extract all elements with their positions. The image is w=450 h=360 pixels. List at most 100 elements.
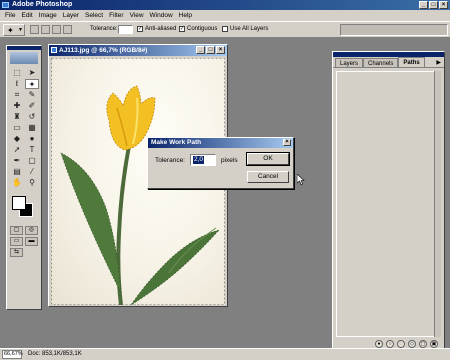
contiguous-checkbox[interactable]: ✓	[179, 26, 185, 32]
photoshop-logo	[10, 52, 38, 64]
document-icon	[51, 47, 57, 53]
marquee-tool-icon[interactable]: ⬚	[10, 68, 24, 78]
full-screen-button[interactable]: ▬	[25, 237, 38, 246]
mask-mode-group: ▢ ◎	[7, 226, 41, 235]
tool-grid: ⬚ ➤ ℓ ✦ ⌗ ✎ ✚ ✐ ♜ ↺ ▭ ▦ ◆ ● ➚ T ✒ ▢ ▤ ⁄ …	[7, 66, 41, 190]
stamp-tool-icon[interactable]: ♜	[10, 112, 24, 122]
doc-minimize-button[interactable]: _	[196, 46, 205, 54]
close-button[interactable]: ×	[439, 1, 448, 9]
minimize-button[interactable]: _	[419, 1, 428, 9]
dodge-tool-icon[interactable]: ●	[25, 134, 39, 144]
dialog-title: Make Work Path	[151, 139, 202, 146]
move-tool-icon[interactable]: ➤	[25, 68, 39, 78]
healing-tool-icon[interactable]: ✚	[10, 101, 24, 111]
history-brush-icon[interactable]: ↺	[25, 112, 39, 122]
menu-view[interactable]: View	[127, 10, 147, 21]
menu-window[interactable]: Window	[147, 10, 176, 21]
make-work-path-icon[interactable]: ◇	[408, 340, 416, 348]
palette-menu-icon[interactable]: ▶	[436, 59, 441, 66]
tab-channels[interactable]: Channels	[363, 58, 399, 67]
menu-select[interactable]: Select	[82, 10, 106, 21]
app-titlebar: Adobe Photoshop _ □ ×	[0, 0, 450, 10]
make-work-path-dialog: Make Work Path × Tolerance: 2,0 pixels O…	[147, 137, 294, 189]
chevron-down-icon: ▼	[18, 27, 23, 33]
doc-maximize-button[interactable]: □	[206, 46, 215, 54]
magic-wand-tool-icon[interactable]: ✦	[25, 79, 39, 89]
menu-bar: File Edit Image Layer Select Filter View…	[0, 10, 450, 21]
doc-size-info: Doc: 853,1K/853,1K	[28, 351, 82, 357]
pen-tool-icon[interactable]: ✒	[10, 156, 24, 166]
intersect-selection-button[interactable]	[63, 25, 72, 34]
paths-palette: Layers Channels Paths ▶ ● ○ ◌ ◇ ▢ ▣	[332, 51, 445, 351]
shape-tool-icon[interactable]: ▢	[25, 156, 39, 166]
menu-help[interactable]: Help	[176, 10, 195, 21]
cancel-button[interactable]: Cancel	[247, 171, 289, 183]
menu-edit[interactable]: Edit	[18, 10, 35, 21]
tulip-left-leaf	[60, 152, 122, 294]
tool-preset-picker[interactable]: ✦ ▼	[3, 24, 25, 36]
use-all-layers-label: Use All Layers	[230, 26, 269, 32]
contiguous-label: Contiguous	[187, 26, 218, 32]
brush-tool-icon[interactable]: ✐	[25, 101, 39, 111]
dialog-tolerance-label: Tolerance:	[155, 157, 185, 164]
load-selection-icon[interactable]: ◌	[397, 340, 405, 348]
fill-path-icon[interactable]: ●	[375, 340, 383, 348]
toolbox-grip[interactable]	[7, 46, 41, 50]
crop-tool-icon[interactable]: ⌗	[10, 90, 24, 100]
gradient-tool-icon[interactable]: ▦	[25, 123, 39, 133]
maximize-button[interactable]: □	[429, 1, 438, 9]
document-titlebar[interactable]: AJ113.jpg @ 66,7% (RGB/8#) _ □ ×	[49, 45, 227, 56]
selection-mode-group	[30, 25, 72, 34]
zoom-field[interactable]: 66,67%	[2, 350, 23, 359]
anti-aliased-checkbox[interactable]: ✓	[137, 26, 143, 32]
color-swatches	[10, 194, 38, 222]
dialog-unit-label: pixels	[221, 157, 238, 164]
ok-button[interactable]: OK	[246, 152, 290, 166]
use-all-layers-checkbox[interactable]	[222, 26, 228, 32]
imageready-jump-button[interactable]: ⇆	[10, 248, 23, 257]
slice-tool-icon[interactable]: ✎	[25, 90, 39, 100]
delete-path-icon[interactable]: ▣	[430, 340, 438, 348]
document-title: AJ113.jpg @ 66,7% (RGB/8#)	[59, 47, 148, 54]
dialog-close-button[interactable]: ×	[283, 139, 291, 146]
tab-layers[interactable]: Layers	[335, 58, 364, 67]
zoom-tool-icon[interactable]: ⚲	[25, 178, 39, 188]
standard-screen-button[interactable]: ▭	[10, 237, 23, 246]
dialog-titlebar[interactable]: Make Work Path ×	[148, 138, 293, 148]
window-controls: _ □ ×	[419, 1, 448, 9]
mouse-cursor-icon	[297, 174, 305, 185]
stroke-path-icon[interactable]: ○	[386, 340, 394, 348]
photoshop-icon	[2, 2, 9, 8]
path-select-tool-icon[interactable]: ➚	[10, 145, 24, 155]
type-tool-icon[interactable]: T	[25, 145, 39, 155]
menu-filter[interactable]: Filter	[106, 10, 126, 21]
doc-close-button[interactable]: ×	[216, 46, 225, 54]
foreground-color-swatch[interactable]	[12, 196, 26, 210]
paths-list[interactable]	[336, 71, 441, 337]
notes-tool-icon[interactable]: ▤	[10, 167, 24, 177]
jump-group: ⇆	[7, 248, 41, 257]
palette-well	[340, 24, 448, 36]
hand-tool-icon[interactable]: ✋	[10, 178, 24, 188]
new-selection-button[interactable]	[30, 25, 39, 34]
eyedropper-tool-icon[interactable]: ⁄	[25, 167, 39, 177]
palette-scrollbar[interactable]	[434, 71, 441, 337]
blur-tool-icon[interactable]: ◆	[10, 134, 24, 144]
tolerance-label: Tolerance:	[90, 26, 118, 32]
palette-tabs: Layers Channels Paths	[333, 57, 444, 68]
anti-aliased-label: Anti-aliased	[145, 26, 177, 32]
dialog-tolerance-input[interactable]: 2,0	[190, 154, 216, 166]
lasso-tool-icon[interactable]: ℓ	[10, 79, 24, 89]
menu-image[interactable]: Image	[36, 10, 60, 21]
add-selection-button[interactable]	[41, 25, 50, 34]
tab-paths[interactable]: Paths	[398, 57, 425, 67]
quick-mask-button[interactable]: ◎	[25, 226, 38, 235]
menu-layer[interactable]: Layer	[60, 10, 82, 21]
new-path-icon[interactable]: ▢	[419, 340, 427, 348]
document-window-controls: _ □ ×	[196, 46, 225, 54]
menu-file[interactable]: File	[2, 10, 18, 21]
standard-mode-button[interactable]: ▢	[10, 226, 23, 235]
tolerance-input[interactable]	[118, 25, 133, 34]
eraser-tool-icon[interactable]: ▭	[10, 123, 24, 133]
subtract-selection-button[interactable]	[52, 25, 61, 34]
